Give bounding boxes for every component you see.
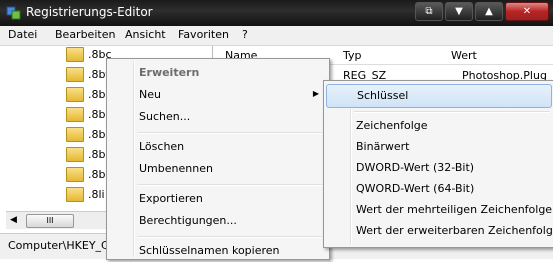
- menu-item-umbenennen[interactable]: Umbenennen: [109, 158, 327, 180]
- folder-icon: [66, 47, 84, 62]
- status-path: Computer\HKEY_C: [8, 239, 109, 252]
- column-value[interactable]: Wert: [451, 49, 477, 62]
- menu-item-suchen[interactable]: Suchen...: [109, 106, 327, 128]
- restore-icon[interactable]: ⧉: [415, 2, 443, 21]
- submenu-item-qword[interactable]: QWORD-Wert (64-Bit): [326, 178, 552, 200]
- menu-separator: [354, 111, 550, 113]
- menu-separator: [137, 236, 325, 238]
- folder-icon: [66, 127, 84, 142]
- menu-separator: [137, 132, 325, 134]
- column-type[interactable]: Typ: [343, 49, 362, 62]
- tree-item[interactable]: .8bc: [66, 46, 112, 63]
- folder-icon: [66, 107, 84, 122]
- menu-bar: Datei Bearbeiten Ansicht Favoriten ?: [0, 26, 553, 46]
- submenu-arrow-icon: ▶: [312, 89, 319, 98]
- tree-item[interactable]: .8bi: [66, 86, 109, 103]
- menu-item-schluesselnamen-kopieren[interactable]: Schlüsselnamen kopieren: [109, 240, 327, 262]
- maximize-button[interactable]: ▲: [475, 2, 503, 21]
- scroll-left-icon[interactable]: ◀: [10, 215, 17, 225]
- submenu-item-expandable-string[interactable]: Wert der erweiterbaren Zeichenfolge: [326, 220, 553, 242]
- tree-item-label: .8li: [88, 188, 105, 201]
- folder-icon: [66, 187, 84, 202]
- folder-icon: [66, 87, 84, 102]
- tree-item[interactable]: .8bf: [66, 66, 109, 83]
- context-menu: Erweitern Neu ▶ Suchen... Löschen Umbene…: [106, 58, 330, 260]
- menu-item-exportieren[interactable]: Exportieren: [109, 188, 327, 210]
- submenu-item-zeichenfolge[interactable]: Zeichenfolge: [326, 115, 552, 137]
- registry-editor-icon: [6, 6, 21, 20]
- folder-icon: [66, 147, 84, 162]
- new-submenu: Schlüssel Zeichenfolge Binärwert DWORD-W…: [323, 80, 553, 248]
- submenu-item-dword[interactable]: DWORD-Wert (32-Bit): [326, 157, 552, 179]
- folder-icon: [66, 67, 84, 82]
- tree-item[interactable]: .8bs: [66, 126, 111, 143]
- submenu-item-schluessel[interactable]: Schlüssel: [326, 84, 552, 108]
- scrollbar-thumb[interactable]: III: [26, 214, 74, 228]
- title-bar: Registrierungs-Editor ⧉ ▼ ▲ ✕: [0, 0, 553, 26]
- menu-separator: [137, 184, 325, 186]
- menu-item-loeschen[interactable]: Löschen: [109, 136, 327, 158]
- minimize-button[interactable]: ▼: [445, 2, 473, 21]
- menu-help[interactable]: ?: [242, 28, 248, 41]
- close-button[interactable]: ✕: [505, 2, 549, 21]
- submenu-item-binaerwert[interactable]: Binärwert: [326, 136, 552, 158]
- menu-bearbeiten[interactable]: Bearbeiten: [55, 28, 115, 41]
- tree-item[interactable]: .8li: [66, 186, 105, 203]
- menu-item-neu[interactable]: Neu ▶: [109, 84, 327, 106]
- menu-datei[interactable]: Datei: [8, 28, 37, 41]
- submenu-item-multi-string[interactable]: Wert der mehrteiligen Zeichenfolge: [326, 199, 552, 221]
- menu-item-berechtigungen[interactable]: Berechtigungen...: [109, 210, 327, 232]
- menu-favoriten[interactable]: Favoriten: [178, 28, 229, 41]
- menu-ansicht[interactable]: Ansicht: [125, 28, 166, 41]
- folder-icon: [66, 167, 84, 182]
- menu-item-erweitern[interactable]: Erweitern: [109, 62, 327, 84]
- window-title: Registrierungs-Editor: [26, 5, 153, 19]
